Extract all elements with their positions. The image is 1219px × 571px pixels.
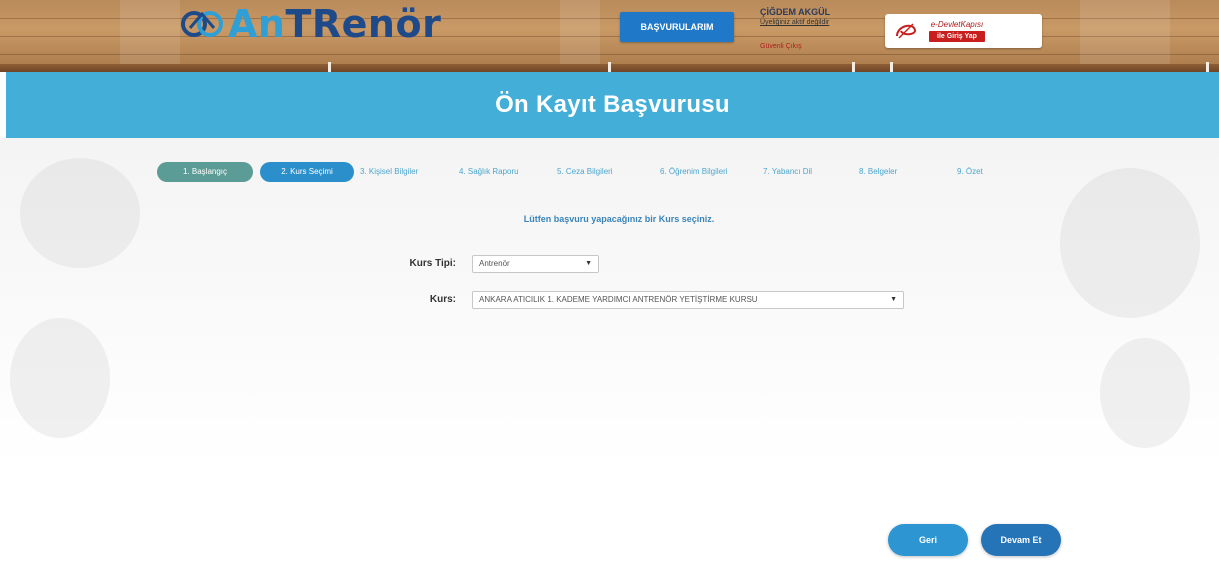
- user-info: ÇİĞDEM AKGÜL Üyeliğiniz aktif değildir G…: [760, 6, 870, 60]
- edevlet-icon: [896, 23, 916, 39]
- course-type-select[interactable]: Antrenör ▼: [472, 255, 599, 273]
- course-label: Kurs:: [429, 294, 456, 305]
- back-button[interactable]: Geri: [888, 524, 968, 556]
- edevlet-login-button[interactable]: e-DevletKapısı ile Giriş Yap: [885, 14, 1042, 48]
- chevron-down-icon: ▼: [585, 260, 592, 267]
- step-course-selection[interactable]: 2. Kurs Seçimi: [260, 162, 354, 182]
- step-criminal-record: 5. Ceza Bilgileri: [557, 167, 613, 176]
- step-summary: 9. Özet: [957, 167, 983, 176]
- title-band: Ön Kayıt Başvurusu: [6, 72, 1219, 138]
- course-value: ANKARA ATICILIK 1. KADEME YARDIMCI ANTRE…: [479, 295, 758, 304]
- course-type-label: Kurs Tipi:: [409, 258, 456, 269]
- applications-button[interactable]: BAŞVURULARIM: [620, 12, 734, 42]
- step-health-report: 4. Sağlık Raporu: [459, 167, 519, 176]
- logo-text-suffix: TRenör: [285, 2, 442, 46]
- chevron-down-icon: ▼: [890, 296, 897, 303]
- step-foreign-language: 7. Yabancı Dil: [763, 167, 813, 176]
- step-education-info: 6. Öğrenim Bilgileri: [660, 167, 728, 176]
- step-start[interactable]: 1. Başlangıç: [157, 162, 253, 182]
- next-button[interactable]: Devam Et: [981, 524, 1061, 556]
- course-type-value: Antrenör: [479, 259, 510, 268]
- logout-link[interactable]: Güvenli Çıkış: [760, 42, 870, 52]
- step-documents: 8. Belgeler: [859, 167, 898, 176]
- course-select[interactable]: ANKARA ATICILIK 1. KADEME YARDIMCI ANTRE…: [472, 291, 904, 309]
- logo-text-prefix: An: [228, 2, 286, 46]
- instruction-text: Lütfen başvuru yapacağınız bir Kurs seçi…: [523, 214, 715, 224]
- antrenor-logo[interactable]: An TRenör: [180, 2, 442, 46]
- logo-mark-icon: [181, 11, 223, 37]
- step-personal-info: 3. Kişisel Bilgiler: [360, 167, 419, 176]
- page-title: Ön Kayıt Başvurusu: [495, 91, 730, 118]
- header-banner: An TRenör BAŞVURULARIM ÇİĞDEM AKGÜL Üyeli…: [0, 0, 1219, 72]
- user-status-link[interactable]: Üyeliğiniz aktif değildir: [760, 18, 870, 28]
- edevlet-title: e-DevletKapısı: [930, 20, 984, 29]
- user-name: ÇİĞDEM AKGÜL: [760, 7, 831, 17]
- edevlet-login-label: ile Giriş Yap: [929, 31, 985, 42]
